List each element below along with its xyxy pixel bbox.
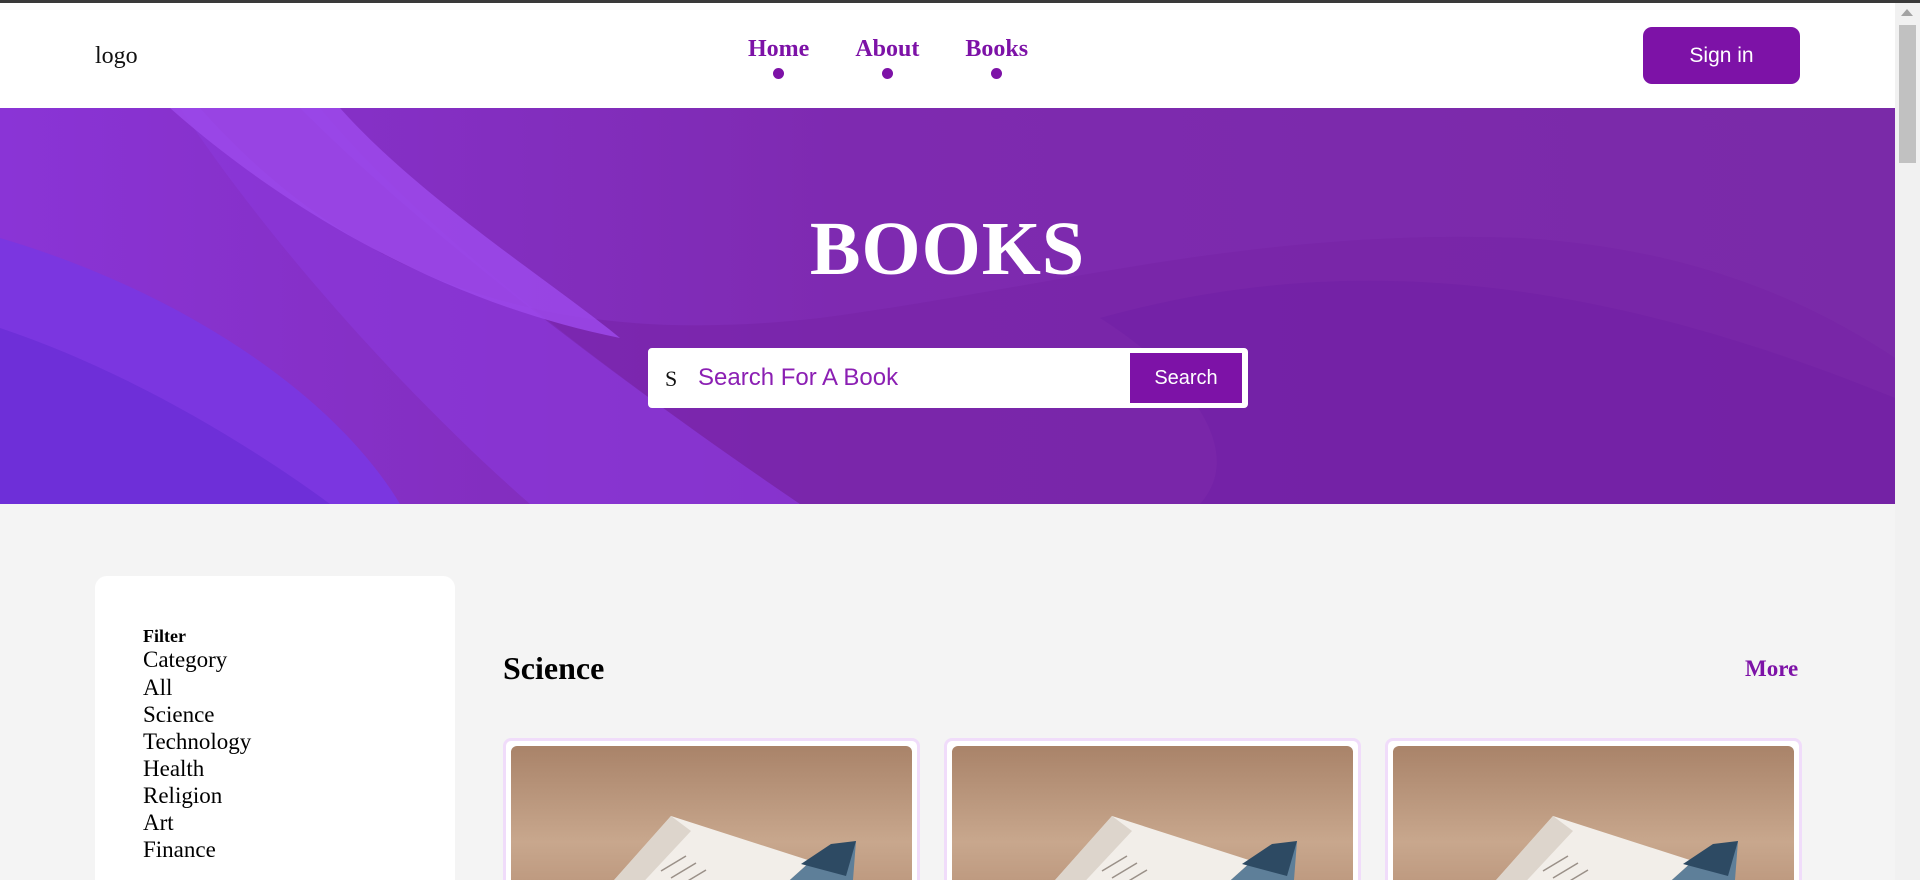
category-list: All Science Technology Health Religion A… bbox=[143, 674, 251, 863]
site-header: logo Home About Books Sign in bbox=[0, 3, 1895, 108]
search-button[interactable]: Search bbox=[1130, 353, 1242, 403]
open-book-illustration bbox=[1055, 816, 1297, 880]
book-card[interactable] bbox=[1385, 738, 1802, 880]
hero-wave-background bbox=[0, 108, 1895, 504]
section-title: Science bbox=[503, 650, 605, 686]
nav-indicator-dot bbox=[991, 68, 1003, 79]
filter-panel: Filter Category All Science Technology H… bbox=[95, 576, 455, 880]
category-item-all[interactable]: All bbox=[143, 674, 251, 701]
nav-books-label[interactable]: Books bbox=[965, 36, 1028, 63]
search-input[interactable] bbox=[698, 358, 1118, 398]
category-item-health[interactable]: Health bbox=[143, 755, 251, 782]
filter-title: Filter bbox=[143, 626, 186, 646]
page-title: BOOKS bbox=[809, 207, 1086, 291]
category-item-technology[interactable]: Technology bbox=[143, 728, 251, 755]
nav-indicator-dot bbox=[773, 68, 785, 79]
sign-in-button[interactable]: Sign in bbox=[1643, 27, 1800, 84]
scrollbar-thumb[interactable] bbox=[1899, 25, 1916, 163]
vertical-scrollbar[interactable] bbox=[1895, 3, 1920, 880]
book-cover-image[interactable] bbox=[952, 746, 1353, 880]
nav-about[interactable]: About bbox=[855, 36, 919, 79]
more-link[interactable]: More bbox=[1745, 656, 1798, 682]
nav-home[interactable]: Home bbox=[748, 36, 809, 79]
category-item-finance[interactable]: Finance bbox=[143, 836, 251, 863]
hero-banner: BOOKS S Search bbox=[0, 108, 1895, 504]
main-nav: Home About Books bbox=[748, 36, 1028, 79]
book-cover-image[interactable] bbox=[1393, 746, 1794, 880]
category-item-science[interactable]: Science bbox=[143, 701, 251, 728]
category-item-religion[interactable]: Religion bbox=[143, 782, 251, 809]
book-card[interactable] bbox=[503, 738, 920, 880]
nav-home-label[interactable]: Home bbox=[748, 36, 809, 63]
open-book-illustration bbox=[1496, 816, 1738, 880]
search-icon: S bbox=[665, 366, 678, 391]
scroll-up-arrow-icon[interactable] bbox=[1901, 9, 1913, 16]
open-book-illustration bbox=[614, 816, 856, 880]
nav-indicator-dot bbox=[881, 68, 893, 79]
filter-category-label: Category bbox=[143, 647, 228, 672]
nav-books[interactable]: Books bbox=[965, 36, 1028, 79]
book-card[interactable] bbox=[944, 738, 1361, 880]
book-cover-image[interactable] bbox=[511, 746, 912, 880]
logo[interactable]: logo bbox=[95, 43, 138, 70]
nav-about-label[interactable]: About bbox=[855, 36, 919, 63]
category-item-art[interactable]: Art bbox=[143, 809, 251, 836]
search-bar: S Search bbox=[648, 348, 1248, 408]
